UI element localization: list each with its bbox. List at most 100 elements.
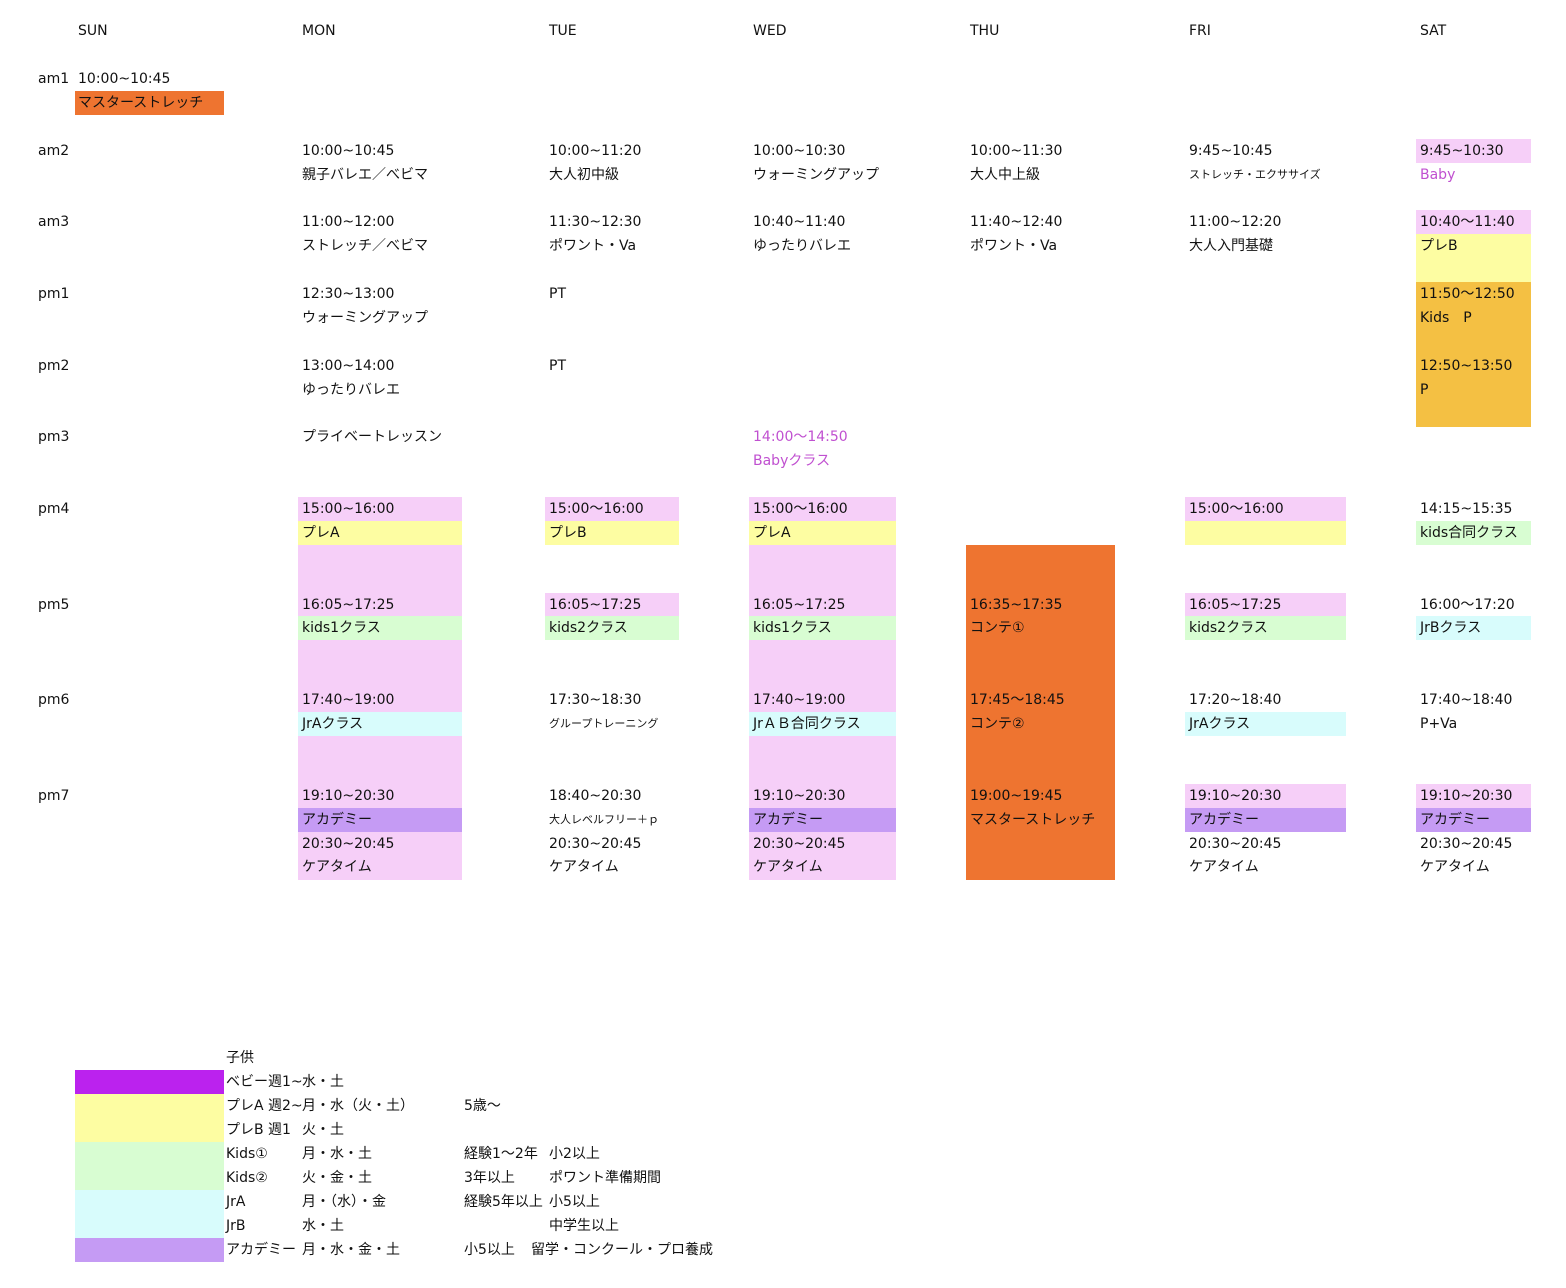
header-thu: THU bbox=[970, 23, 1000, 39]
slot-pm3: pm3 bbox=[38, 429, 70, 445]
legend-name-jrb: JrB bbox=[226, 1218, 246, 1234]
legend-name-preb: プレB 週1 bbox=[226, 1122, 291, 1138]
mon-am3-class: ストレッチ／べビマ bbox=[302, 238, 428, 254]
fri-pm5-time: 16:05~17:25 bbox=[1189, 597, 1282, 613]
tue-pm7-time: 18:40~20:30 bbox=[549, 788, 642, 804]
wed-pm6-class: JrＡＢ合同クラス bbox=[753, 716, 861, 732]
mon-pm3-class: プライベートレッスン bbox=[302, 429, 442, 445]
sat-pm7-class: アカデミー bbox=[1420, 812, 1490, 828]
wed-am2-time: 10:00~10:30 bbox=[753, 143, 846, 159]
sat-am3-time: 10:40〜11:40 bbox=[1420, 214, 1515, 230]
wed-pm5-time: 16:05~17:25 bbox=[753, 597, 846, 613]
wed-pm3-class: Babyクラス bbox=[753, 453, 831, 469]
wed-pm6-time: 17:40~19:00 bbox=[753, 692, 846, 708]
thu-pm6-time: 17:45〜18:45 bbox=[970, 692, 1065, 708]
mon-pm7-time: 19:10~20:30 bbox=[302, 788, 395, 804]
slot-pm6: pm6 bbox=[38, 692, 70, 708]
wed-pm7-class: アカデミー bbox=[753, 812, 823, 828]
tue-am2-time: 10:00~11:20 bbox=[549, 143, 642, 159]
fri-pm4-time: 15:00〜16:00 bbox=[1189, 501, 1284, 517]
sun-am1-time: 10:00~10:45 bbox=[78, 71, 171, 87]
legend-swatch-academy bbox=[75, 1238, 224, 1262]
wed-pm7b-time: 20:30~20:45 bbox=[753, 836, 846, 852]
tue-pm5-time: 16:05~17:25 bbox=[549, 597, 642, 613]
tue-pm1-class: PT bbox=[549, 286, 566, 302]
sat-pm2-time: 12:50~13:50 bbox=[1420, 358, 1513, 374]
fri-pm7-time: 19:10~20:30 bbox=[1189, 788, 1282, 804]
fri-pm6-class: JrAクラス bbox=[1189, 716, 1251, 732]
mon-pm7b-class: ケアタイム bbox=[302, 859, 372, 875]
sat-pm6-class: P+Va bbox=[1420, 716, 1458, 732]
header-wed: WED bbox=[753, 23, 787, 39]
sat-pm1-time: 11:50〜12:50 bbox=[1420, 286, 1515, 302]
legend-note-jra: 小5以上 bbox=[549, 1194, 600, 1210]
mon-pm2-class: ゆったりバレエ bbox=[302, 382, 400, 398]
slot-am2: am2 bbox=[38, 143, 70, 159]
mon-pm7-class: アカデミー bbox=[302, 812, 372, 828]
sat-pm7-time: 19:10~20:30 bbox=[1420, 788, 1513, 804]
legend-days-jra: 月・（水）・金 bbox=[302, 1194, 386, 1210]
wed-pm5-class: kids1クラス bbox=[753, 620, 832, 636]
legend-cond-kids1: 経験1〜2年 bbox=[464, 1146, 538, 1162]
legend-days-academy: 月・水・金・土 bbox=[302, 1242, 400, 1258]
wed-pm4-time: 15:00〜16:00 bbox=[753, 501, 848, 517]
legend-cond-academy: 小5以上 bbox=[464, 1242, 515, 1258]
sat-pm7b-time: 20:30~20:45 bbox=[1420, 836, 1513, 852]
tue-pm7b-time: 20:30~20:45 bbox=[549, 836, 642, 852]
legend-note-jrb: 中学生以上 bbox=[549, 1218, 619, 1234]
thu-am3-class: ポワント・Va bbox=[970, 238, 1058, 254]
sat-pm4-time: 14:15~15:35 bbox=[1420, 501, 1513, 517]
thu-am3-time: 11:40~12:40 bbox=[970, 214, 1063, 230]
sat-pm4-class: kids合同クラス bbox=[1420, 525, 1518, 541]
legend-days-preb: 火・土 bbox=[302, 1122, 344, 1138]
tue-am2-class: 大人初中級 bbox=[549, 167, 619, 183]
fri-pm7-class: アカデミー bbox=[1189, 812, 1259, 828]
legend-title: 子供 bbox=[226, 1050, 254, 1066]
mon-pm1-time: 12:30~13:00 bbox=[302, 286, 395, 302]
mon-am2-class: 親子バレエ／べビマ bbox=[302, 167, 428, 183]
legend-swatch-pre bbox=[75, 1094, 224, 1142]
mon-am3-time: 11:00~12:00 bbox=[302, 214, 395, 230]
thu-pm6-class: コンテ② bbox=[970, 716, 1025, 732]
legend-cond-jra: 経験5年以上 bbox=[464, 1194, 543, 1210]
wed-pm3-time: 14:00〜14:50 bbox=[753, 429, 848, 445]
sat-pm6-time: 17:40~18:40 bbox=[1420, 692, 1513, 708]
sun-am1-class: マスターストレッチ bbox=[78, 95, 204, 111]
legend-name-academy: アカデミー bbox=[226, 1242, 296, 1258]
wed-pm4-class: プレA bbox=[753, 525, 791, 541]
fri-pm7b-class: ケアタイム bbox=[1189, 859, 1259, 875]
wed-am3-time: 10:40~11:40 bbox=[753, 214, 846, 230]
legend-note-kids1: 小2以上 bbox=[549, 1146, 600, 1162]
wed-am2-class: ウォーミングアップ bbox=[753, 167, 879, 183]
legend-swatch-jr bbox=[75, 1190, 224, 1238]
slot-am3: am3 bbox=[38, 214, 70, 230]
tue-pm5-class: kids2クラス bbox=[549, 620, 628, 636]
legend-swatch-kids bbox=[75, 1142, 224, 1190]
tue-pm6-time: 17:30~18:30 bbox=[549, 692, 642, 708]
tue-pm4-time: 15:00〜16:00 bbox=[549, 501, 644, 517]
slot-pm4: pm4 bbox=[38, 501, 70, 517]
sat-am2-time: 9:45~10:30 bbox=[1420, 143, 1504, 159]
mon-pm5-time: 16:05~17:25 bbox=[302, 597, 395, 613]
sat-am3-class: プレB bbox=[1420, 238, 1458, 254]
sat-pm1-class: Kids P bbox=[1420, 310, 1472, 326]
tue-am3-time: 11:30~12:30 bbox=[549, 214, 642, 230]
slot-pm1: pm1 bbox=[38, 286, 70, 302]
legend-days-kids2: 火・金・土 bbox=[302, 1170, 372, 1186]
legend-cond-prea: 5歳〜 bbox=[464, 1098, 501, 1114]
tue-pm6-class: グループトレーニング bbox=[549, 717, 659, 730]
fri-am2-class: ストレッチ・エクササイズ bbox=[1189, 168, 1321, 181]
mon-pm7b-time: 20:30~20:45 bbox=[302, 836, 395, 852]
thu-pm5-class: コンテ① bbox=[970, 620, 1025, 636]
slot-pm2: pm2 bbox=[38, 358, 70, 374]
header-sun: SUN bbox=[78, 23, 108, 39]
legend-name-prea: プレA 週2~ bbox=[226, 1098, 303, 1114]
thu-pm7-time: 19:00~19:45 bbox=[970, 788, 1063, 804]
thu-pm5-time: 16:35~17:35 bbox=[970, 597, 1063, 613]
tue-am3-class: ポワント・Va bbox=[549, 238, 637, 254]
legend-cond-kids2: 3年以上 bbox=[464, 1170, 515, 1186]
legend-days-jrb: 水・土 bbox=[302, 1218, 344, 1234]
fri-pm7b-time: 20:30~20:45 bbox=[1189, 836, 1282, 852]
legend-name-jra: JrA bbox=[226, 1194, 246, 1210]
thu-am2-time: 10:00~11:30 bbox=[970, 143, 1063, 159]
